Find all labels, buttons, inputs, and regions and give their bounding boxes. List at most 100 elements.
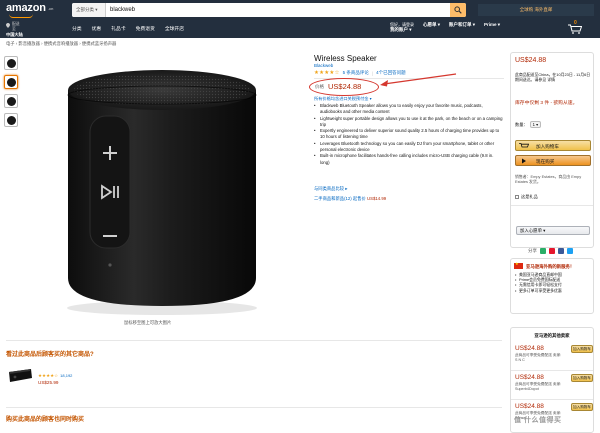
thumbnail-3[interactable]	[4, 94, 18, 108]
flag-cn-icon	[514, 261, 523, 269]
nav-link-giftcard[interactable]: 礼品卡	[111, 25, 125, 32]
nav-orders[interactable]: 账户和订单 ▾	[449, 22, 475, 32]
deliver-to-location[interactable]: 配送至 中国大陆	[6, 22, 23, 38]
thumbnail-1[interactable]	[4, 56, 18, 70]
related-product-price: US$25.99	[38, 380, 59, 385]
wechat-icon[interactable]	[540, 248, 546, 254]
buybox-delivery-info: 此商品配送至China，在10月23日 - 11月6日期间送达。请参见 详情	[515, 72, 591, 83]
cart-icon	[519, 143, 529, 148]
seller-price: US$24.88	[515, 345, 544, 352]
amazon-logo[interactable]: amazon	[6, 2, 46, 14]
gift-checkbox[interactable]	[515, 194, 519, 199]
top-nav-bar: amazon .cn 全部分类 ▾ blackweb 全球购 海外直邮 配送至 …	[0, 0, 600, 38]
play-icon	[522, 158, 526, 164]
thumbnail-image	[7, 97, 16, 106]
tax-note-link[interactable]: 所有价格均含进口关税预付金 ▾	[314, 96, 372, 102]
amazon-logo-suffix: .cn	[48, 6, 54, 11]
seller-row: US$24.88 此商品可享受免费配送 卖家: S N C 加入购物车	[515, 345, 593, 371]
thumbnail-4[interactable]	[4, 113, 18, 127]
seller-add-to-cart-button[interactable]: 加入购物车	[571, 345, 593, 353]
seller-row: US$24.88 此商品可享受免费配送 卖家: Superb4Dopot 加入购…	[515, 374, 593, 400]
product-brand-link[interactable]: Blackweb	[314, 63, 333, 68]
search-input[interactable]: blackweb	[110, 3, 410, 17]
seller-add-to-cart-button[interactable]: 加入购物车	[571, 374, 593, 382]
rating-separator: |	[371, 70, 374, 76]
feature-bullet: Lightweight super portable design allows…	[314, 116, 504, 129]
annotation-arrow-icon	[380, 73, 457, 87]
search-icon	[454, 6, 462, 14]
nav-link-category[interactable]: 分类	[72, 25, 82, 32]
nav-wishlist[interactable]: 心愿单 ▾	[423, 22, 440, 32]
nav-account-label: 我的账户 ▾	[390, 27, 412, 32]
add-to-cart-button[interactable]: 加入购物车	[515, 140, 591, 151]
feature-bullet: Built-in microphone facilitates hands-fr…	[314, 153, 504, 166]
nav-link-deals[interactable]: 优惠	[92, 25, 102, 32]
facebook-icon[interactable]	[558, 248, 564, 254]
twitter-icon[interactable]	[567, 248, 573, 254]
add-to-wishlist-button[interactable]: 加入心愿单 ▾	[516, 226, 590, 235]
nav-links: 分类 优惠 礼品卡 免费退货 全球开店	[72, 25, 184, 32]
deliver-region: 中国大陆	[6, 32, 23, 37]
nav-prime[interactable]: Prime ▾	[484, 22, 500, 32]
nav-promo-banner[interactable]: 全球购 海外直邮	[478, 4, 594, 16]
search-category-select[interactable]: 全部分类 ▾	[72, 3, 106, 17]
divider	[511, 370, 593, 371]
gift-label: 这是礼品	[521, 194, 538, 199]
nav-link-free-returns[interactable]: 免费退货	[136, 25, 155, 32]
related-products-heading: 看过此商品后顾客买的其它商品?	[6, 352, 94, 358]
thumbnail-image	[7, 78, 16, 87]
share-row: 分享	[528, 248, 573, 254]
related-product-rating[interactable]: ★★★★☆ 18,192	[38, 373, 72, 379]
product-price: US$24.88	[328, 82, 362, 91]
used-offer-text: 二手商品和新品(12) 起售价	[314, 196, 367, 201]
cart-button[interactable]: 0	[568, 20, 596, 34]
star-rating: ★★★★☆	[38, 373, 59, 378]
feature-bullets: Blackweb Bluetooth Speaker allows you to…	[314, 103, 504, 166]
breadcrumb[interactable]: 电子 › 影音播放器 › 便携式音响播放器 › 便携式蓝牙扬声器	[6, 41, 116, 47]
buybox-price: US$24.88	[515, 57, 547, 64]
compare-link[interactable]: 与同类商品比较 ▸	[314, 186, 347, 192]
promo-list: 美国亚马逊商品直邮中国 Prime会员免费国际配送 无需信用卡即可轻松支付 更多…	[515, 272, 591, 293]
seller-info: 销售者：Empy Estates，商品由 Empy Estates 发货。	[515, 174, 582, 185]
seller-shipping: 此商品可享受免费配送 卖家: S N C	[515, 353, 562, 362]
related-product-image[interactable]	[6, 366, 34, 384]
weibo-icon[interactable]	[549, 248, 555, 254]
product-title: Wireless Speaker	[314, 54, 377, 63]
feature-bullet: Blackweb Bluetooth Speaker allows you to…	[314, 103, 504, 116]
other-sellers-title: 亚马逊的其他卖家	[534, 333, 570, 338]
buy-now-button[interactable]: 现在购买	[515, 155, 591, 166]
thumbnail-2[interactable]	[4, 75, 18, 89]
seller-shipping: 此商品可享受免费配送 卖家: Superb4Dopot	[515, 382, 562, 391]
nav-wishlist-label: 心愿单 ▾	[423, 22, 441, 27]
seller-add-to-cart-button[interactable]: 加入购物车	[571, 403, 593, 411]
speaker-product-image[interactable]	[46, 60, 278, 318]
cart-icon	[568, 24, 582, 34]
search-button[interactable]	[450, 3, 466, 17]
star-rating[interactable]: ★★★★☆	[314, 70, 340, 76]
quantity-row: 数量： 1 ▾	[515, 121, 542, 128]
promo-title[interactable]: 亚马逊海外购的新服务！	[526, 264, 574, 270]
reviews-link[interactable]: 5 条商品评论	[343, 70, 369, 76]
seller-price: US$24.88	[515, 403, 544, 410]
used-offer-price: US$14.99	[367, 196, 387, 201]
share-label: 分享	[528, 248, 537, 253]
quantity-select[interactable]: 1 ▾	[529, 121, 542, 128]
nav-account-items: 您好，请登录 我的账户 ▾ 心愿单 ▾ 账户和订单 ▾ Prime ▾	[390, 22, 500, 32]
divider	[511, 205, 593, 206]
price-label: 价格	[315, 84, 324, 89]
quantity-label: 数量：	[515, 122, 528, 127]
divider	[6, 407, 502, 408]
seller-price: US$24.88	[515, 374, 544, 381]
thumbnail-image	[7, 116, 16, 125]
also-bought-heading: 购买此商品的顾客也同时购买	[6, 417, 85, 423]
used-new-offer-link[interactable]: 二手商品和新品(12) 起售价 US$14.99	[314, 196, 386, 202]
nav-link-sell-global[interactable]: 全球开店	[165, 25, 184, 32]
gift-option[interactable]: 这是礼品	[515, 194, 538, 200]
stock-warning: 库存中仅剩 3 件 - 欲购从速。	[515, 101, 578, 106]
nav-account[interactable]: 您好，请登录 我的账户 ▾	[390, 22, 414, 32]
zoom-hint: 鼠标移至图上可放大图片	[124, 320, 172, 325]
feature-bullet: Expertly engineered to deliver superior …	[314, 128, 504, 141]
add-to-cart-label: 加入购物车	[536, 144, 559, 149]
search-bar: 全部分类 ▾ blackweb	[72, 3, 466, 17]
nav-prime-label: Prime ▾	[484, 22, 501, 27]
